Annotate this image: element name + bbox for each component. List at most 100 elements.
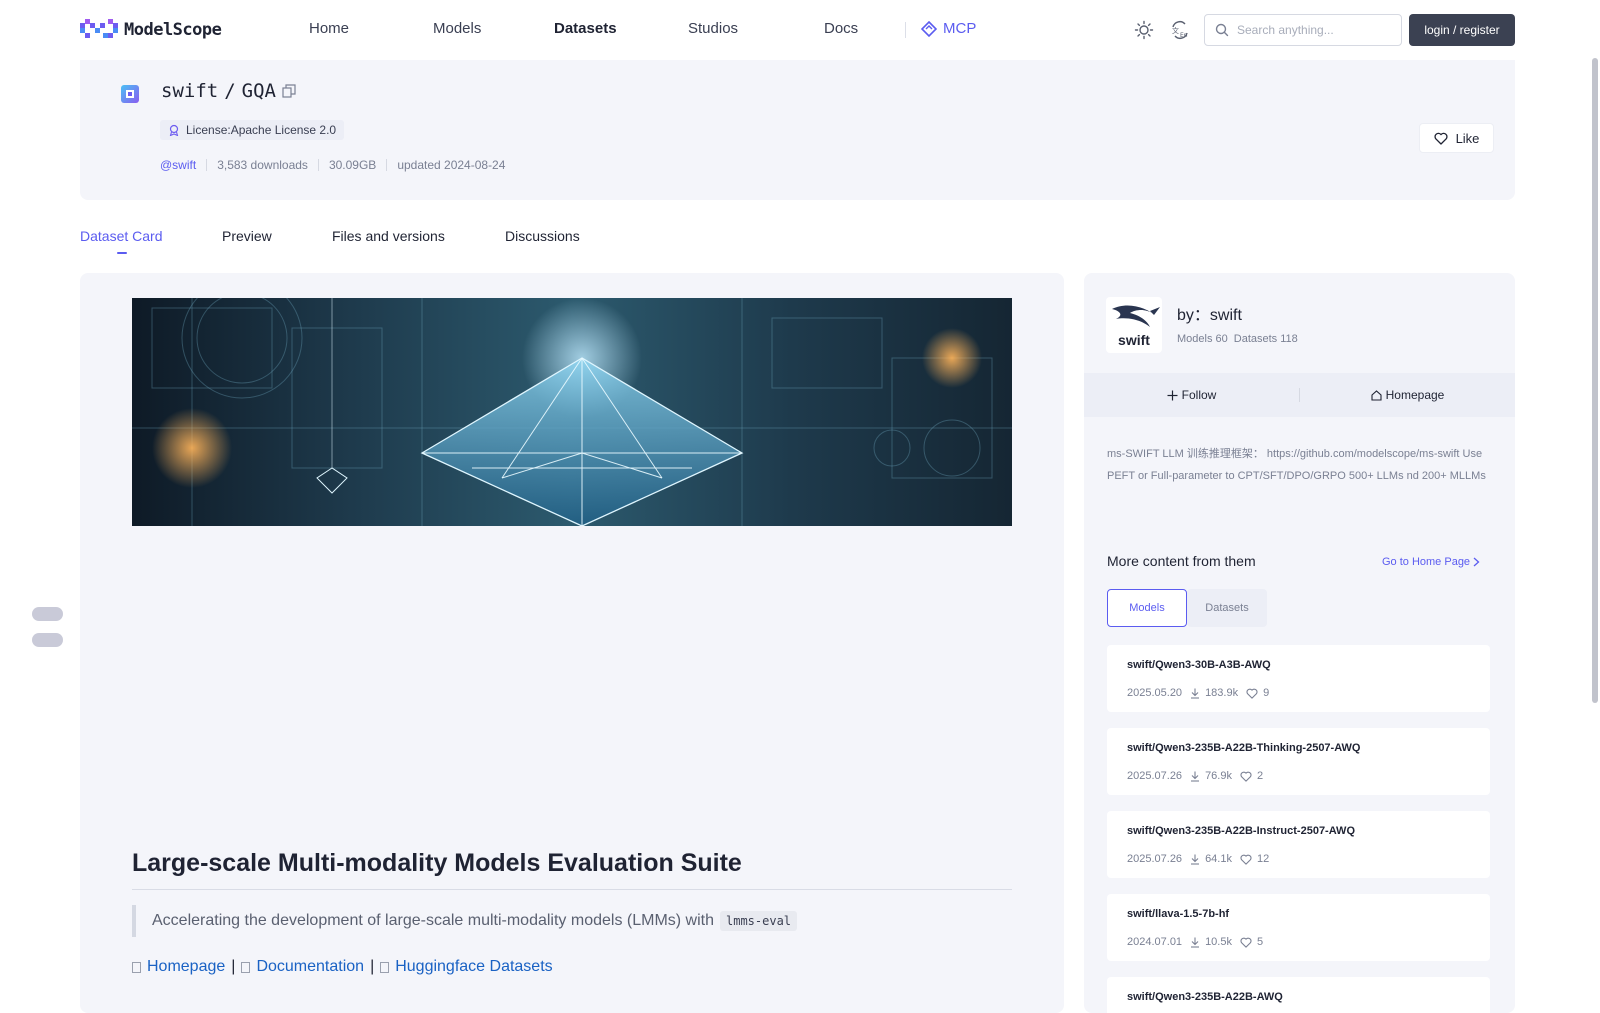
nav-docs[interactable]: Docs — [824, 20, 858, 37]
huggingface-datasets-link[interactable]: Huggingface Datasets — [395, 958, 552, 976]
svg-text:文: 文 — [1172, 26, 1179, 35]
license-text: License:Apache License 2.0 — [186, 123, 337, 137]
model-downloads: 64.1k — [1190, 853, 1232, 865]
banner-image — [132, 298, 1012, 526]
dataset-icon — [121, 85, 139, 103]
updated-date: updated 2024-08-24 — [397, 158, 506, 172]
author-name-text[interactable]: swift — [1210, 307, 1242, 324]
model-name[interactable]: swift/Qwen3-235B-A22B-AWQ — [1127, 991, 1283, 1003]
dataset-card-content: Large-scale Multi-modality Models Evalua… — [80, 273, 1064, 1013]
language-switch-icon[interactable]: 文 En — [1170, 20, 1190, 40]
heart-icon — [1246, 688, 1258, 699]
model-download-count: 10.5k — [1205, 936, 1232, 948]
model-meta: 2025.05.20 183.9k 9 — [1127, 687, 1269, 699]
author-stats: Models 60 Datasets 118 — [1177, 333, 1298, 345]
model-card[interactable]: swift/Qwen3-235B-A22B-AWQ — [1107, 977, 1490, 1013]
heart-icon — [1240, 937, 1252, 948]
model-card[interactable]: swift/Qwen3-235B-A22B-Thinking-2507-AWQ 2… — [1107, 728, 1490, 795]
search-box[interactable] — [1204, 14, 1402, 46]
nav-datasets[interactable]: Datasets — [554, 20, 617, 37]
nav-models[interactable]: Models — [433, 20, 481, 37]
floating-handle-bottom[interactable] — [32, 633, 63, 647]
model-name[interactable]: swift/Qwen3-235B-A22B-Instruct-2507-AWQ — [1127, 825, 1355, 837]
by-label: by： — [1177, 307, 1210, 324]
tab-preview[interactable]: Preview — [222, 228, 272, 244]
owner-link[interactable]: @swift — [160, 158, 196, 172]
plus-icon — [1167, 390, 1178, 400]
nav-studios[interactable]: Studios — [688, 20, 738, 37]
documentation-glyph-icon — [241, 961, 251, 973]
model-downloads: 183.9k — [1190, 687, 1238, 699]
model-likes: 5 — [1240, 936, 1263, 948]
documentation-link[interactable]: Documentation — [256, 958, 364, 976]
nav-home[interactable]: Home — [309, 20, 349, 37]
like-button[interactable]: Like — [1419, 123, 1494, 153]
theme-toggle-icon[interactable] — [1134, 20, 1154, 40]
nav-divider — [905, 22, 906, 38]
model-name[interactable]: swift/llava-1.5-7b-hf — [1127, 908, 1229, 920]
meta-divider — [206, 159, 208, 171]
meta-divider — [386, 159, 388, 171]
modelscope-logo[interactable]: ModelScope — [80, 19, 222, 41]
follow-label: Follow — [1181, 388, 1217, 402]
author-name: by：swift — [1177, 301, 1242, 325]
title-divider — [132, 889, 1012, 890]
model-meta: 2024.07.01 10.5k 5 — [1127, 936, 1263, 948]
logo-text: ModelScope — [124, 20, 222, 40]
nav-mcp[interactable]: MCP — [921, 20, 976, 37]
modelscope-logo-icon — [80, 19, 118, 38]
homepage-button[interactable]: Homepage — [1300, 388, 1515, 402]
dataset-title: swift / GQA — [161, 80, 296, 102]
search-icon — [1215, 23, 1229, 37]
copy-icon[interactable] — [282, 84, 296, 98]
tab-discussions[interactable]: Discussions — [505, 228, 580, 244]
download-icon — [1191, 854, 1200, 865]
content-type-toggle: Models Datasets — [1107, 589, 1267, 627]
model-download-count: 183.9k — [1205, 687, 1239, 699]
model-like-count: 5 — [1256, 936, 1264, 948]
dataset-title-separator: / — [224, 80, 236, 102]
more-content-title: More content from them — [1107, 553, 1256, 569]
dataset-owner[interactable]: swift — [161, 80, 218, 102]
author-description: ms-SWIFT LLM 训练推理框架： https://github.com/… — [1107, 448, 1486, 482]
go-to-home-page-link[interactable]: Go to Home Page — [1382, 556, 1480, 568]
tab-dataset-card[interactable]: Dataset Card — [80, 228, 162, 244]
toggle-models[interactable]: Models — [1107, 589, 1187, 627]
home-icon — [1371, 389, 1382, 401]
model-name[interactable]: swift/Qwen3-30B-A3B-AWQ — [1127, 659, 1271, 671]
link-separator: | — [370, 958, 375, 975]
author-avatar[interactable]: swift — [1106, 297, 1162, 353]
heart-icon — [1240, 771, 1252, 782]
search-input[interactable] — [1237, 23, 1387, 37]
page-scrollbar[interactable] — [1592, 58, 1598, 703]
author-panel: swift by：swift Models 60 Datasets 118 Fo… — [1084, 273, 1515, 1013]
model-download-count: 64.1k — [1205, 853, 1232, 865]
tab-files-and-versions[interactable]: Files and versions — [332, 228, 445, 244]
license-badge[interactable]: License:Apache License 2.0 — [160, 120, 345, 140]
model-date: 2025.05.20 — [1127, 687, 1183, 699]
model-meta: 2025.07.26 64.1k 12 — [1127, 853, 1269, 865]
download-count: 3,583 downloads — [217, 158, 308, 172]
homepage-link[interactable]: Homepage — [147, 958, 225, 976]
model-meta: 2025.07.26 76.9k 2 — [1127, 770, 1263, 782]
svg-text:En: En — [1180, 32, 1188, 39]
model-name[interactable]: swift/Qwen3-235B-A22B-Thinking-2507-AWQ — [1127, 742, 1361, 754]
model-card[interactable]: swift/Qwen3-30B-A3B-AWQ 2025.05.20 183.9k 9 — [1107, 645, 1490, 712]
download-icon — [1191, 688, 1200, 699]
heart-icon — [1434, 132, 1448, 145]
homepage-glyph-icon — [132, 961, 141, 973]
floating-handle-top[interactable] — [32, 607, 63, 621]
dataset-header: swift / GQA License:Apache License 2.0 @… — [80, 60, 1515, 200]
model-like-count: 2 — [1256, 770, 1264, 782]
active-tab-indicator — [117, 252, 127, 254]
homepage-label: Homepage — [1385, 388, 1445, 402]
author-models-count: Models 60 — [1177, 333, 1228, 345]
login-register-button[interactable]: login / register — [1409, 14, 1515, 46]
model-card[interactable]: swift/Qwen3-235B-A22B-Instruct-2507-AWQ 2… — [1107, 811, 1490, 878]
readme-blockquote: Accelerating the development of large-sc… — [132, 905, 798, 937]
follow-button[interactable]: Follow — [1084, 388, 1299, 402]
model-card[interactable]: swift/llava-1.5-7b-hf 2024.07.01 10.5k 5 — [1107, 894, 1490, 961]
quote-code: lmms-eval — [720, 911, 798, 931]
toggle-datasets[interactable]: Datasets — [1187, 589, 1267, 627]
model-like-count: 9 — [1263, 687, 1270, 699]
